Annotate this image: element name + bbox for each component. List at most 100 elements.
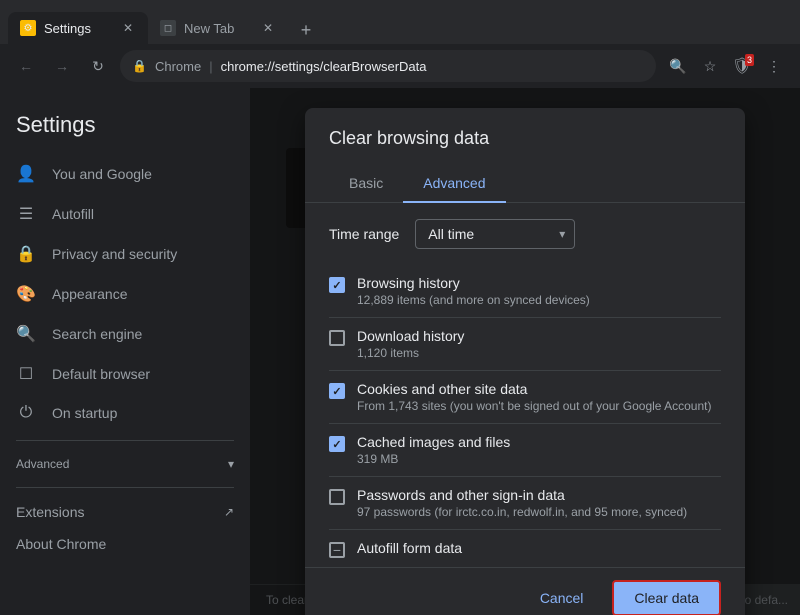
tab-basic[interactable]: Basic: [329, 165, 403, 203]
cached-desc: 319 MB: [357, 452, 721, 466]
back-button[interactable]: ←: [12, 52, 40, 80]
modal-overlay[interactable]: Clear browsing data Basic Advanced Time …: [250, 88, 800, 615]
download-history-desc: 1,120 items: [357, 346, 721, 360]
chevron-down-icon: ▾: [228, 457, 234, 471]
forward-button[interactable]: →: [48, 52, 76, 80]
nav-actions: 🔍 ☆ 🛡 3 ⋮: [664, 52, 788, 80]
sidebar-item-label-you-and-google: You and Google: [52, 166, 152, 182]
time-range-label: Time range: [329, 226, 399, 242]
menu-button[interactable]: ⋮: [760, 52, 788, 80]
download-history-checkbox-wrapper[interactable]: [329, 330, 345, 346]
menu-icon: ⋮: [767, 58, 781, 75]
extension-badge: 3: [745, 54, 754, 66]
clear-browsing-data-dialog: Clear browsing data Basic Advanced Time …: [305, 108, 745, 615]
time-range-select[interactable]: All time Last hour Last 24 hours Last 7 …: [415, 219, 575, 249]
passwords-text: Passwords and other sign-in data 97 pass…: [357, 487, 721, 519]
newtab-tab-close[interactable]: ✕: [260, 20, 276, 36]
privacy-icon: 🔒: [16, 244, 36, 264]
download-history-checkbox[interactable]: [329, 330, 345, 346]
cookies-title: Cookies and other site data: [357, 381, 721, 397]
download-history-title: Download history: [357, 328, 721, 344]
cached-checkbox-wrapper[interactable]: ✓: [329, 436, 345, 452]
autofill-title: Autofill form data: [357, 540, 721, 556]
sidebar-item-label-browser: Default browser: [52, 366, 150, 382]
cookies-checkbox-wrapper[interactable]: ✓: [329, 383, 345, 399]
dialog-body: Time range All time Last hour Last 24 ho…: [305, 203, 745, 567]
cookies-text: Cookies and other site data From 1,743 s…: [357, 381, 721, 413]
about-chrome-label: About Chrome: [16, 536, 106, 552]
sidebar-item-default-browser[interactable]: ☐ Default browser: [0, 354, 242, 394]
checkbox-item-cached: ✓ Cached images and files 319 MB: [329, 424, 721, 477]
cancel-button[interactable]: Cancel: [519, 581, 605, 615]
extension-button[interactable]: 🛡 3: [728, 52, 756, 80]
time-range-select-wrapper: All time Last hour Last 24 hours Last 7 …: [415, 219, 575, 249]
nav-bar: ← → ↻ 🔒 Chrome | chrome://settings/clear…: [0, 44, 800, 88]
sidebar-item-extensions[interactable]: Extensions ↗: [0, 496, 250, 528]
secure-icon: 🔒: [132, 59, 147, 73]
sidebar-item-privacy-security[interactable]: 🔒 Privacy and security: [0, 234, 242, 274]
dialog-tabs: Basic Advanced: [305, 165, 745, 203]
reload-button[interactable]: ↻: [84, 52, 112, 80]
bookmark-button[interactable]: ☆: [696, 52, 724, 80]
person-icon: 👤: [16, 164, 36, 184]
passwords-title: Passwords and other sign-in data: [357, 487, 721, 503]
sidebar-item-label-startup: On startup: [52, 405, 117, 421]
sidebar-divider-1: [16, 440, 234, 441]
sidebar-item-you-and-google[interactable]: 👤 You and Google: [0, 154, 242, 194]
tab-advanced[interactable]: Advanced: [403, 165, 505, 203]
newtab-favicon: ◻: [160, 20, 176, 36]
indeterminate-icon: −: [333, 543, 341, 557]
checkbox-item-download-history: Download history 1,120 items: [329, 318, 721, 371]
checkmark-icon-cookies: ✓: [332, 385, 341, 398]
cookies-desc: From 1,743 sites (you won't be signed ou…: [357, 399, 721, 413]
main-layout: Settings 👤 You and Google ☰ Autofill 🔒 P…: [0, 88, 800, 615]
cookies-checkbox[interactable]: ✓: [329, 383, 345, 399]
sidebar-item-appearance[interactable]: 🎨 Appearance: [0, 274, 242, 314]
browsing-history-checkbox-wrapper[interactable]: ✓: [329, 277, 345, 293]
site-label: Chrome: [155, 59, 201, 74]
address-bar[interactable]: 🔒 Chrome | chrome://settings/clearBrowse…: [120, 50, 656, 82]
download-history-text: Download history 1,120 items: [357, 328, 721, 360]
extensions-label: Extensions: [16, 504, 84, 520]
search-engine-icon: 🔍: [16, 324, 36, 344]
clear-data-button[interactable]: Clear data: [612, 580, 721, 615]
tab-newtab[interactable]: ◻ New Tab ✕: [148, 12, 288, 44]
sidebar-item-label-appearance: Appearance: [52, 286, 128, 302]
cached-checkbox[interactable]: ✓: [329, 436, 345, 452]
passwords-checkbox-wrapper[interactable]: [329, 489, 345, 505]
sidebar-item-label-search: Search engine: [52, 326, 142, 342]
dialog-footer: Cancel Clear data: [305, 567, 745, 615]
browsing-history-title: Browsing history: [357, 275, 721, 291]
sidebar-item-about-chrome[interactable]: About Chrome: [0, 528, 250, 560]
checkmark-icon-cached: ✓: [332, 438, 341, 451]
settings-favicon: ⚙: [20, 20, 36, 36]
sidebar-divider-2: [16, 487, 234, 488]
new-tab-button[interactable]: +: [292, 16, 320, 44]
settings-tab-close[interactable]: ✕: [120, 20, 136, 36]
passwords-checkbox[interactable]: [329, 489, 345, 505]
sidebar-title: Settings: [0, 104, 250, 154]
dialog-title: Clear browsing data: [305, 108, 745, 165]
autofill-icon: ☰: [16, 204, 36, 224]
browsing-history-checkbox[interactable]: ✓: [329, 277, 345, 293]
bookmark-icon: ☆: [704, 58, 717, 75]
sidebar-item-label-privacy: Privacy and security: [52, 246, 177, 262]
sidebar-advanced-section[interactable]: Advanced ▾: [0, 449, 250, 479]
startup-icon: ⏻: [16, 404, 36, 422]
external-link-icon: ↗: [224, 505, 234, 519]
sidebar-item-autofill[interactable]: ☰ Autofill: [0, 194, 242, 234]
checkbox-item-passwords: Passwords and other sign-in data 97 pass…: [329, 477, 721, 530]
browsing-history-desc: 12,889 items (and more on synced devices…: [357, 293, 721, 307]
sidebar: Settings 👤 You and Google ☰ Autofill 🔒 P…: [0, 88, 250, 615]
passwords-desc: 97 passwords (for irctc.co.in, redwolf.i…: [357, 505, 721, 519]
title-bar: ⚙ Settings ✕ ◻ New Tab ✕ +: [0, 0, 800, 44]
search-button[interactable]: 🔍: [664, 52, 692, 80]
checkbox-item-cookies: ✓ Cookies and other site data From 1,743…: [329, 371, 721, 424]
url-text: chrome://settings/clearBrowserData: [221, 59, 427, 74]
autofill-checkbox-wrapper[interactable]: −: [329, 542, 345, 558]
checkbox-item-browsing-history: ✓ Browsing history 12,889 items (and mor…: [329, 265, 721, 318]
tab-settings[interactable]: ⚙ Settings ✕: [8, 12, 148, 44]
sidebar-item-search-engine[interactable]: 🔍 Search engine: [0, 314, 242, 354]
sidebar-item-on-startup[interactable]: ⏻ On startup: [0, 394, 242, 432]
autofill-checkbox[interactable]: −: [329, 542, 345, 558]
